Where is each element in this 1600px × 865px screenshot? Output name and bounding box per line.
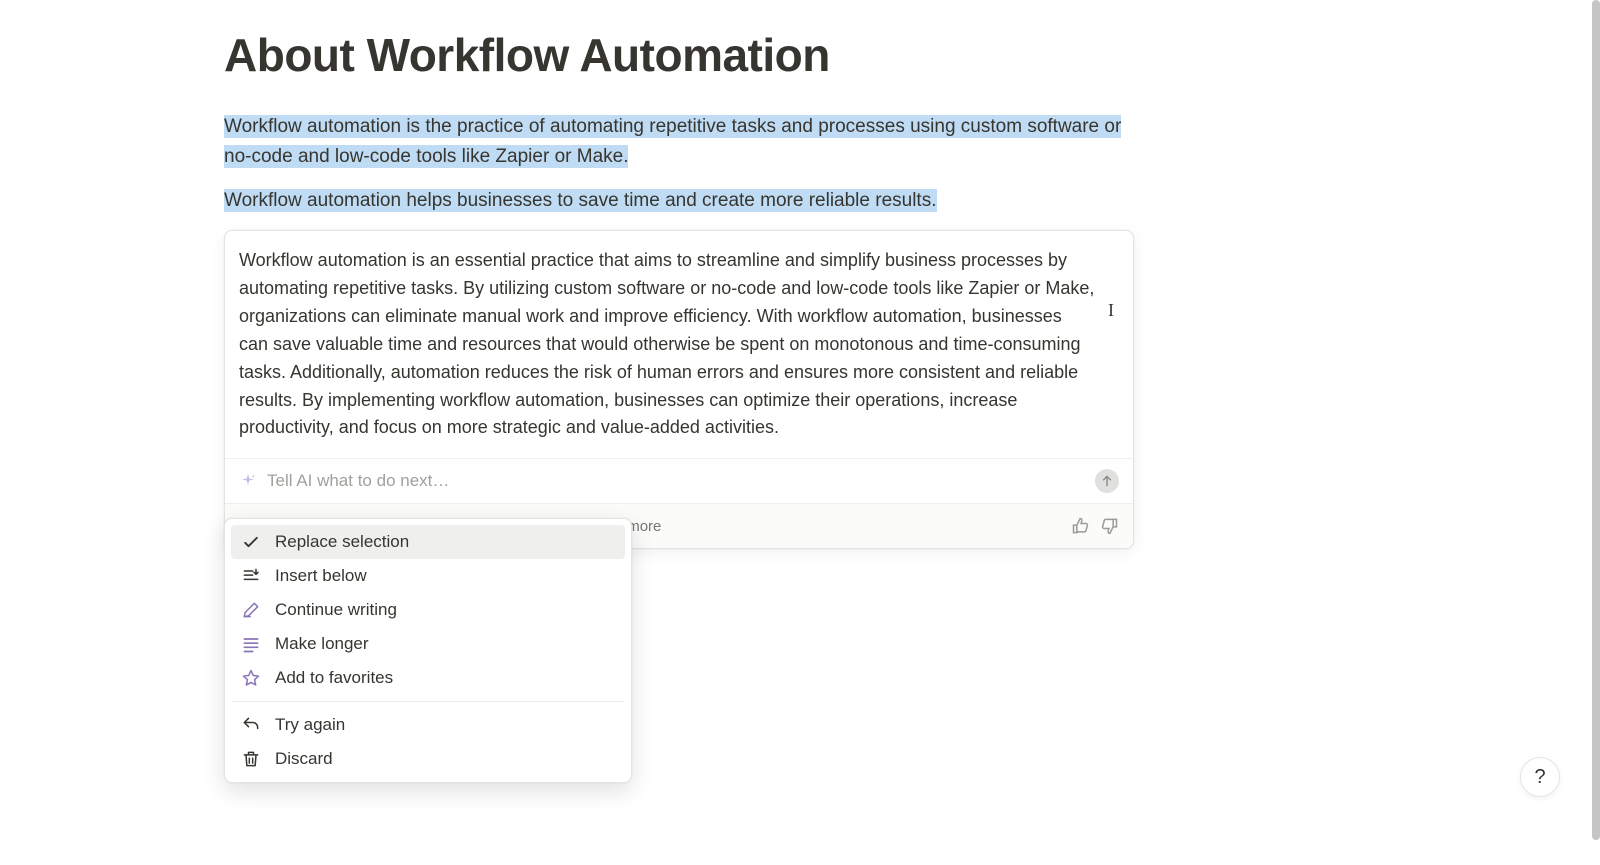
menu-item-continue-writing[interactable]: Continue writing bbox=[231, 593, 625, 627]
menu-divider bbox=[231, 701, 625, 702]
page-title: About Workflow Automation bbox=[224, 28, 1135, 82]
ai-response-text[interactable]: Workflow automation is an essential prac… bbox=[225, 231, 1133, 458]
menu-item-add-to-favorites[interactable]: Add to favorites bbox=[231, 661, 625, 695]
menu-item-label: Continue writing bbox=[275, 600, 397, 620]
menu-item-label: Insert below bbox=[275, 566, 367, 586]
menu-item-make-longer[interactable]: Make longer bbox=[231, 627, 625, 661]
help-button[interactable]: ? bbox=[1520, 757, 1560, 797]
sparkle-icon bbox=[239, 472, 257, 490]
text-cursor-icon: I bbox=[1108, 300, 1114, 321]
ai-prompt-input[interactable] bbox=[267, 471, 1085, 491]
menu-item-try-again[interactable]: Try again bbox=[231, 708, 625, 742]
menu-item-replace-selection[interactable]: Replace selection bbox=[231, 525, 625, 559]
undo-icon bbox=[241, 715, 261, 735]
pencil-icon bbox=[241, 600, 261, 620]
ai-input-row bbox=[225, 458, 1133, 503]
star-icon bbox=[241, 668, 261, 688]
menu-item-discard[interactable]: Discard bbox=[231, 742, 625, 776]
thumbs-up-button[interactable] bbox=[1071, 516, 1091, 536]
menu-item-label: Add to favorites bbox=[275, 668, 393, 688]
menu-item-label: Replace selection bbox=[275, 532, 409, 552]
lines-icon bbox=[241, 634, 261, 654]
insert-below-icon bbox=[241, 566, 261, 586]
check-icon bbox=[241, 532, 261, 552]
menu-item-label: Discard bbox=[275, 749, 333, 769]
ai-action-menu: Replace selection Insert below Continue … bbox=[224, 518, 632, 783]
send-button[interactable] bbox=[1095, 469, 1119, 493]
menu-item-insert-below[interactable]: Insert below bbox=[231, 559, 625, 593]
selected-paragraph-2[interactable]: Workflow automation helps businesses to … bbox=[224, 186, 1135, 216]
ai-panel: Workflow automation is an essential prac… bbox=[224, 230, 1134, 549]
menu-item-label: Try again bbox=[275, 715, 345, 735]
thumbs-down-button[interactable] bbox=[1099, 516, 1119, 536]
menu-item-label: Make longer bbox=[275, 634, 369, 654]
trash-icon bbox=[241, 749, 261, 769]
selected-paragraph-1[interactable]: Workflow automation is the practice of a… bbox=[224, 112, 1135, 172]
scrollbar[interactable] bbox=[1592, 0, 1600, 840]
